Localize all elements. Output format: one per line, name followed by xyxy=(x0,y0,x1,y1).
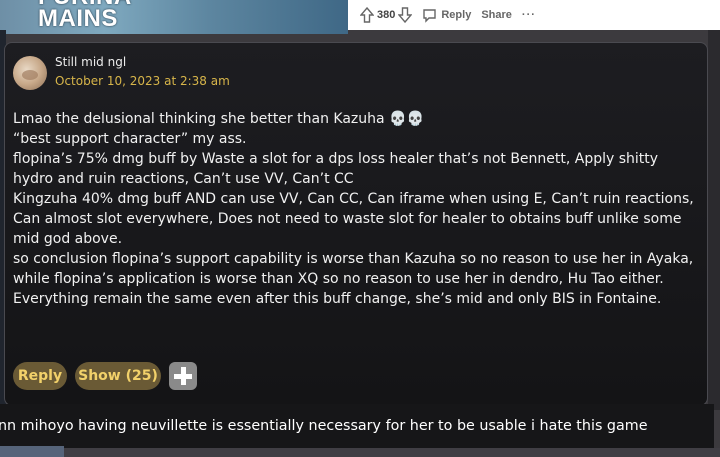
comment-line: flopina’s 75% dmg buff by Waste a slot f… xyxy=(13,151,659,187)
comment-line: Kingzuha 40% dmg buff AND can use VV, Ca… xyxy=(13,191,694,247)
caption-text: nn mihoyo having neuvillette is essentia… xyxy=(0,418,648,434)
comment-date[interactable]: October 10, 2023 at 2:38 am xyxy=(55,74,230,88)
more-options-icon[interactable]: ··· xyxy=(522,9,536,21)
reply-action[interactable]: Reply xyxy=(422,8,471,23)
plus-icon[interactable] xyxy=(169,362,197,390)
arrow-down-icon[interactable] xyxy=(398,7,413,23)
background-right xyxy=(708,30,720,410)
background-bottom xyxy=(0,448,720,457)
reply-action-label: Reply xyxy=(441,9,472,21)
share-action[interactable]: Share xyxy=(481,9,512,21)
user-avatar[interactable] xyxy=(13,56,47,90)
speech-bubble-icon xyxy=(422,8,437,23)
comment-card: Still mid ngl October 10, 2023 at 2:38 a… xyxy=(4,42,708,406)
vote-score: 380 xyxy=(377,9,396,21)
subreddit-banner: FURINA MAINS xyxy=(0,0,348,34)
banner-title-line-2: MAINS xyxy=(38,5,118,32)
post-action-bar: 380 Reply Share ··· xyxy=(348,0,720,30)
comment-username[interactable]: Still mid ngl xyxy=(55,55,126,69)
comment-line: “best support character” my ass. xyxy=(13,131,247,147)
comment-body: Lmao the delusional thinking she better … xyxy=(13,109,701,309)
comment-line: Everything remain the same even after th… xyxy=(13,291,662,307)
background-bottom-image xyxy=(0,446,64,457)
show-replies-button[interactable]: Show (25) xyxy=(75,362,161,390)
comment-line: so conclusion flopina’s support capabili… xyxy=(13,251,694,287)
reply-button[interactable]: Reply xyxy=(13,362,67,390)
banner-title: FURINA MAINS xyxy=(38,0,132,32)
comment-line: Lmao the delusional thinking she better … xyxy=(13,111,424,127)
caption-bar: nn mihoyo having neuvillette is essentia… xyxy=(0,404,714,448)
arrow-up-icon[interactable] xyxy=(360,7,374,23)
